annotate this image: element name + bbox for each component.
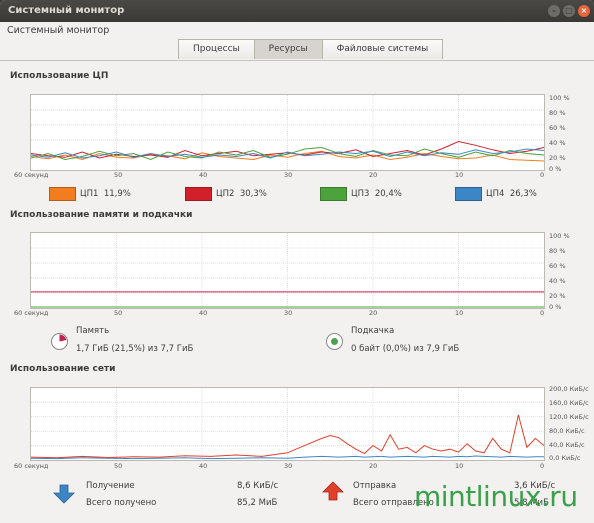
net-x-tick: 30 bbox=[284, 462, 293, 470]
mem-y-tick: 40 % bbox=[549, 277, 566, 285]
mem-y-tick: 0 % bbox=[549, 303, 562, 311]
net-y-tick: 80,0 КиБ/с bbox=[549, 427, 585, 435]
receive-rate: 8,6 КиБ/с bbox=[237, 481, 279, 491]
cpu2-legend[interactable]: ЦП2 30,3% bbox=[185, 187, 267, 201]
cpu3-color-swatch[interactable] bbox=[320, 187, 347, 201]
cpu3-legend[interactable]: ЦП3 20,4% bbox=[320, 187, 402, 201]
cpu4-value: 26,3% bbox=[509, 189, 537, 199]
cpu1-color-swatch[interactable] bbox=[49, 187, 76, 201]
cpu2-color-swatch[interactable] bbox=[185, 187, 212, 201]
window-title: Системный монитор bbox=[8, 5, 125, 16]
cpu-x-tick: 50 bbox=[114, 171, 123, 179]
cpu1-value: 11,9% bbox=[103, 189, 131, 199]
net-x-tick: 50 bbox=[114, 462, 123, 470]
mem-x-tick: 30 bbox=[284, 309, 293, 317]
title-bar: Системный монитор – □ × bbox=[0, 0, 594, 22]
tab-filesystems[interactable]: Файловые системы bbox=[321, 39, 444, 59]
cpu-y-tick: 80 % bbox=[549, 109, 566, 117]
swap-label: Подкачка bbox=[351, 326, 395, 336]
memory-section-title: Использование памяти и подкачки bbox=[10, 210, 193, 220]
receive-label: Получение bbox=[86, 481, 135, 491]
net-y-tick: 200,0 КиБ/с bbox=[549, 385, 589, 393]
cpu-x-tick: 60 секунд bbox=[14, 171, 49, 179]
memory-graph bbox=[30, 232, 545, 309]
system-monitor-window: Системный монитор – □ × Системный монито… bbox=[0, 0, 594, 523]
mem-y-tick: 80 % bbox=[549, 247, 566, 255]
network-graph bbox=[30, 387, 545, 461]
upload-arrow-icon[interactable] bbox=[322, 481, 344, 501]
cpu4-name: ЦП4 bbox=[486, 189, 505, 199]
cpu2-value: 30,3% bbox=[239, 189, 267, 199]
memory-pie-svg bbox=[59, 334, 67, 342]
cpu1-legend[interactable]: ЦП1 11,9% bbox=[49, 187, 131, 201]
mem-y-tick: 100 % bbox=[549, 232, 570, 240]
mem-x-tick: 60 секунд bbox=[14, 309, 49, 317]
cpu-x-tick: 20 bbox=[369, 171, 378, 179]
network-section-title: Использование сети bbox=[10, 364, 116, 374]
tab-bar: Процессы Ресурсы Файловые системы bbox=[178, 39, 444, 60]
swap-pie-icon[interactable] bbox=[326, 333, 343, 350]
cpu-x-tick: 10 bbox=[455, 171, 464, 179]
cpu2-name: ЦП2 bbox=[216, 189, 235, 199]
send-label: Отправка bbox=[353, 481, 397, 491]
cpu-x-tick: 30 bbox=[284, 171, 293, 179]
memory-pie-icon[interactable] bbox=[51, 333, 68, 350]
net-x-tick: 10 bbox=[455, 462, 464, 470]
mem-x-tick: 10 bbox=[455, 309, 464, 317]
mem-x-tick: 20 bbox=[369, 309, 378, 317]
swap-value: 0 байт (0,0%) из 7,9 ГиБ bbox=[351, 344, 460, 354]
mem-x-tick: 40 bbox=[199, 309, 208, 317]
cpu-graph bbox=[30, 94, 545, 171]
total-received-value: 85,2 МиБ bbox=[237, 498, 278, 508]
mem-y-tick: 20 % bbox=[549, 292, 566, 300]
download-arrow-icon[interactable] bbox=[53, 484, 75, 504]
memory-value: 1,7 ГиБ (21,5%) из 7,7 ГиБ bbox=[76, 344, 194, 354]
cpu-y-tick: 20 % bbox=[549, 154, 566, 162]
cpu-x-tick: 0 bbox=[540, 171, 545, 179]
network-chart-svg bbox=[31, 388, 544, 460]
net-y-tick: 40,0 КиБ/с bbox=[549, 441, 585, 449]
cpu-x-tick: 40 bbox=[199, 171, 208, 179]
memory-chart-svg bbox=[31, 233, 544, 308]
net-x-tick: 40 bbox=[199, 462, 208, 470]
net-x-tick: 0 bbox=[540, 462, 545, 470]
cpu4-color-swatch[interactable] bbox=[455, 187, 482, 201]
tab-processes[interactable]: Процессы bbox=[178, 39, 255, 59]
mem-y-tick: 60 % bbox=[549, 262, 566, 270]
net-x-tick: 60 секунд bbox=[14, 462, 49, 470]
watermark: mintlinux.ru bbox=[414, 480, 578, 513]
cpu-y-tick: 0 % bbox=[549, 165, 562, 173]
tab-resources[interactable]: Ресурсы bbox=[253, 39, 323, 59]
cpu-section-title: Использование ЦП bbox=[10, 71, 109, 81]
net-y-tick: 0,0 КиБ/с bbox=[549, 454, 581, 462]
cpu-y-tick: 60 % bbox=[549, 124, 566, 132]
cpu-y-tick: 100 % bbox=[549, 94, 570, 102]
app-menu-title[interactable]: Системный монитор bbox=[7, 25, 109, 36]
cpu-y-tick: 40 % bbox=[549, 139, 566, 147]
maximize-icon[interactable]: □ bbox=[563, 5, 575, 17]
close-icon[interactable]: × bbox=[578, 5, 590, 17]
cpu-chart-svg bbox=[31, 95, 544, 170]
cpu3-value: 20,4% bbox=[374, 189, 402, 199]
mem-x-tick: 0 bbox=[540, 309, 545, 317]
minimize-icon[interactable]: – bbox=[548, 5, 560, 17]
mem-x-tick: 50 bbox=[114, 309, 123, 317]
total-received-label: Всего получено bbox=[86, 498, 157, 508]
net-y-tick: 160,0 КиБ/с bbox=[549, 399, 589, 407]
net-y-tick: 120,0 КиБ/с bbox=[549, 413, 589, 421]
net-x-tick: 20 bbox=[369, 462, 378, 470]
cpu4-legend[interactable]: ЦП4 26,3% bbox=[455, 187, 537, 201]
cpu3-name: ЦП3 bbox=[351, 189, 370, 199]
memory-label: Память bbox=[76, 326, 110, 336]
cpu1-name: ЦП1 bbox=[80, 189, 99, 199]
